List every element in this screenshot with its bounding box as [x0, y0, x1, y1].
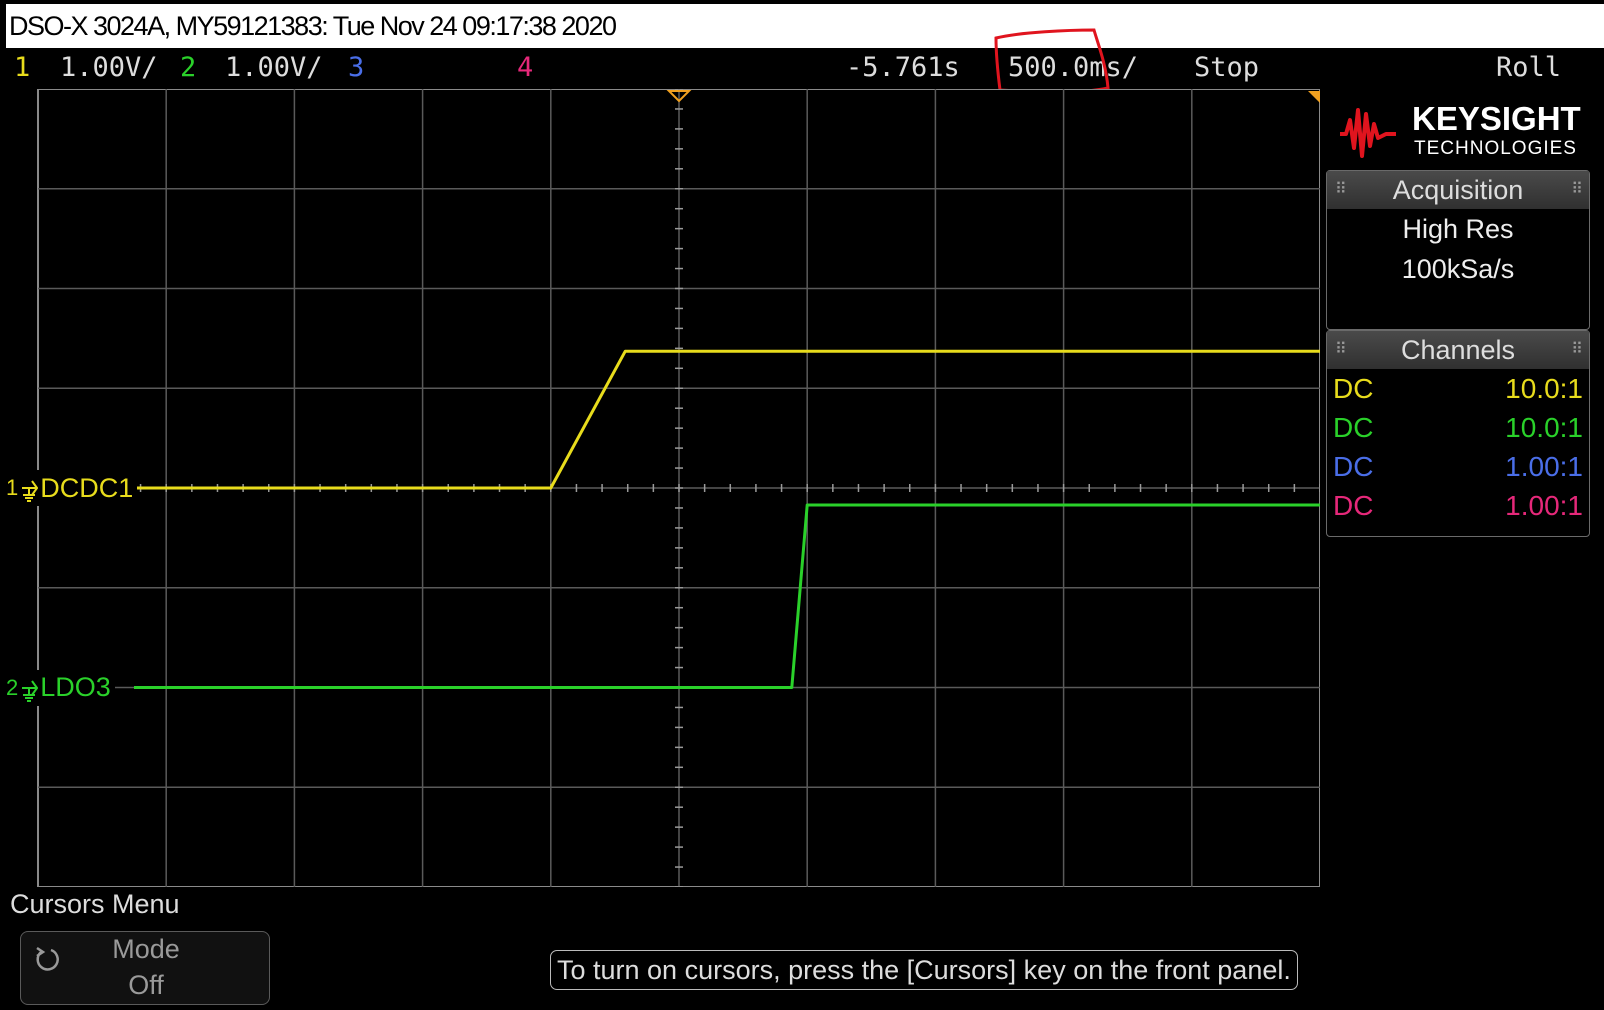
mode-softkey-label: Mode	[112, 934, 180, 964]
mode-softkey[interactable]: Mode Off	[20, 931, 270, 1005]
ch1-coupling: DC	[1333, 373, 1374, 404]
ground-reference-icon	[22, 679, 39, 702]
acquisition-mode-roll[interactable]: Roll	[1496, 47, 1561, 89]
ch2-coupling: DC	[1333, 412, 1374, 443]
channel-row-2: DC 10.0:1	[1327, 408, 1589, 447]
window-title: DSO-X 3024A, MY59121383: Tue Nov 24 09:1…	[6, 4, 1604, 48]
channel-marker-1[interactable]: 1 DCDC1	[6, 470, 138, 506]
ch1-scale[interactable]: 1.00V/	[60, 47, 158, 89]
drag-grip-icon[interactable]: ⠿	[1571, 171, 1583, 209]
channel-marker-2[interactable]: 2 LDO3	[6, 669, 115, 706]
drag-grip-icon[interactable]: ⠿	[1335, 331, 1347, 369]
ch2-scale[interactable]: 1.00V/	[225, 47, 323, 89]
ch3-coupling: DC	[1333, 451, 1374, 482]
ch2-number[interactable]: 2	[180, 47, 196, 89]
channel-marker-number: 1	[6, 475, 19, 500]
channels-panel[interactable]: ⠿ Channels ⠿ DC 10.0:1 DC 10.0:1 DC 1.00…	[1326, 330, 1590, 537]
drag-grip-icon[interactable]: ⠿	[1571, 331, 1583, 369]
logo-name: KEYSIGHT	[1412, 100, 1581, 137]
cursors-menu-title: Cursors Menu	[10, 889, 180, 919]
run-state[interactable]: Stop	[1194, 47, 1259, 89]
drag-grip-icon[interactable]: ⠿	[1335, 171, 1347, 209]
acquisition-panel[interactable]: ⠿ Acquisition ⠿ High Res 100kSa/s	[1326, 170, 1590, 330]
keysight-logo: KEYSIGHT TECHNOLOGIES	[1340, 100, 1581, 159]
ch3-probe-ratio: 1.00:1	[1505, 451, 1583, 482]
acquisition-panel-header[interactable]: ⠿ Acquisition ⠿	[1327, 171, 1589, 209]
mode-softkey-value: Off	[128, 970, 164, 1000]
logo-subtitle: TECHNOLOGIES	[1414, 138, 1577, 159]
sample-rate: 100kSa/s	[1401, 254, 1515, 284]
cursors-hint-message: To turn on cursors, press the [Cursors] …	[550, 950, 1298, 990]
ground-reference-icon	[22, 480, 39, 502]
ch1-number[interactable]: 1	[14, 47, 30, 89]
ch3-number[interactable]: 3	[348, 47, 364, 89]
channel-marker-label: DCDC1	[40, 472, 134, 503]
ch4-coupling: DC	[1333, 490, 1374, 521]
acquisition-title: Acquisition	[1392, 175, 1524, 205]
channels-title: Channels	[1400, 335, 1516, 365]
ch4-number[interactable]: 4	[517, 47, 533, 89]
time-delay[interactable]: -5.761s	[846, 47, 960, 89]
ch1-probe-ratio: 10.0:1	[1505, 373, 1583, 404]
acquisition-mode: High Res	[1402, 214, 1514, 244]
ch2-probe-ratio: 10.0:1	[1505, 412, 1583, 443]
channel-row-1: DC 10.0:1	[1327, 369, 1589, 408]
channel-row-3: DC 1.00:1	[1327, 447, 1589, 486]
red-annotation-circle	[994, 28, 1110, 94]
channel-marker-label: LDO3	[40, 672, 111, 702]
ch4-probe-ratio: 1.00:1	[1505, 490, 1583, 521]
channels-panel-header[interactable]: ⠿ Channels ⠿	[1327, 331, 1589, 369]
channel-marker-number: 2	[6, 674, 19, 700]
channel-row-4: DC 1.00:1	[1327, 486, 1589, 525]
waveform-display[interactable]	[6, 89, 1320, 887]
